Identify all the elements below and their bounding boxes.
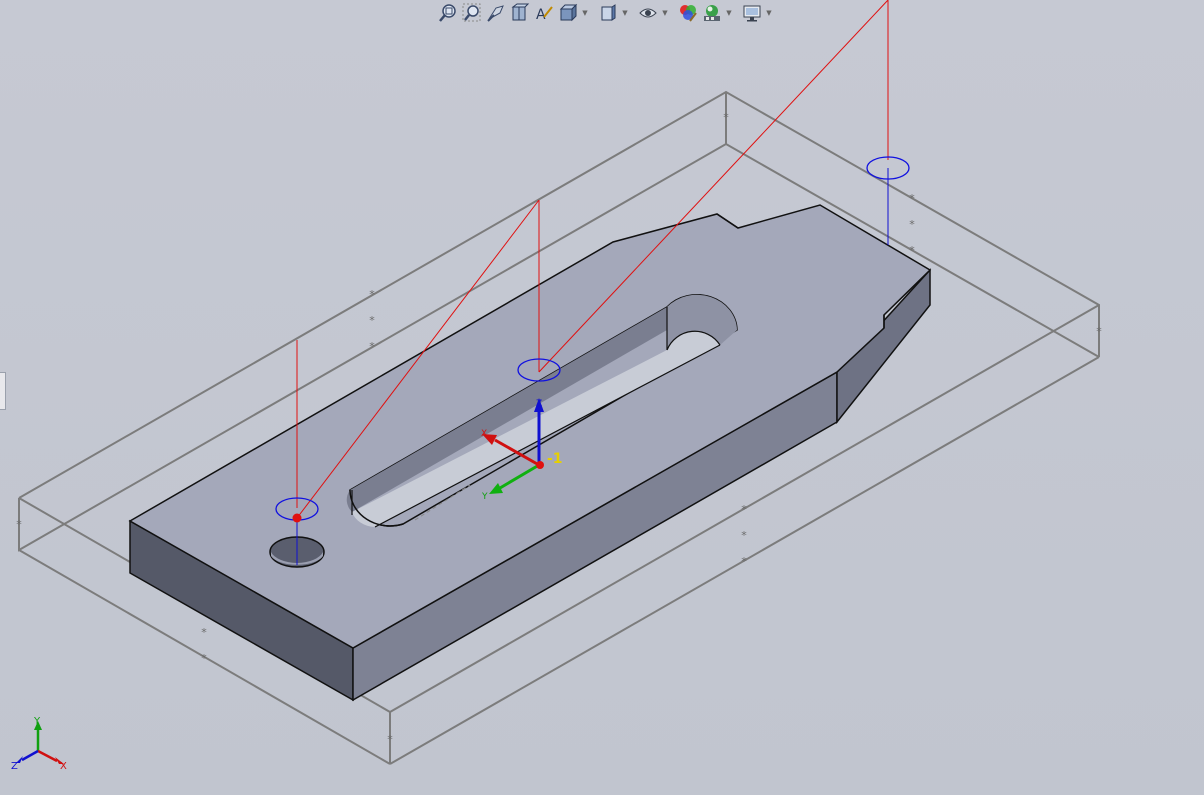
hide-show-items-button[interactable] bbox=[636, 2, 660, 24]
edit-appearance-icon bbox=[680, 5, 697, 22]
mini-triad-y-label: Y bbox=[33, 716, 41, 727]
svg-text:*: * bbox=[16, 518, 22, 531]
svg-text:*: * bbox=[201, 626, 207, 639]
feature-manager-collapse-tab[interactable] bbox=[0, 372, 6, 410]
view-settings-dropdown[interactable]: ▼ bbox=[764, 2, 774, 24]
mini-triad-z-label: Z bbox=[11, 761, 18, 772]
view-orientation-button[interactable] bbox=[556, 2, 580, 24]
zoom-to-fit-icon bbox=[439, 4, 456, 22]
triad-y-label: Y bbox=[481, 492, 488, 502]
view-settings-button[interactable] bbox=[740, 2, 764, 24]
apply-scene-icon bbox=[704, 5, 720, 21]
display-style-dropdown[interactable]: ▼ bbox=[620, 2, 630, 24]
display-style-icon bbox=[601, 4, 616, 21]
view-settings-icon bbox=[743, 5, 761, 22]
hide-show-items-dropdown[interactable]: ▼ bbox=[660, 2, 670, 24]
svg-text:*: * bbox=[387, 733, 393, 746]
zoom-to-area-icon bbox=[462, 3, 481, 22]
svg-text:*: * bbox=[909, 218, 915, 231]
section-view-icon bbox=[511, 3, 530, 21]
svg-text:*: * bbox=[741, 555, 747, 568]
zoom-to-fit-button[interactable] bbox=[436, 2, 460, 24]
svg-text:*: * bbox=[369, 314, 375, 327]
previous-view-button[interactable] bbox=[484, 2, 508, 24]
edit-appearance-button[interactable] bbox=[676, 2, 700, 24]
graphics-area[interactable]: * *** *** * * *** *** * bbox=[0, 0, 1204, 795]
triad-tag: -1 bbox=[547, 451, 563, 467]
view-orientation-dropdown[interactable]: ▼ bbox=[580, 2, 590, 24]
svg-text:*: * bbox=[909, 244, 915, 257]
model-scene[interactable]: * *** *** * * *** *** * bbox=[0, 0, 1204, 795]
view-orientation-icon bbox=[559, 3, 578, 22]
svg-text:*: * bbox=[201, 652, 207, 665]
mini-triad-x-label: X bbox=[60, 761, 67, 772]
hide-show-items-icon bbox=[639, 8, 657, 18]
triad-x-label: X bbox=[481, 429, 487, 439]
svg-text:*: * bbox=[369, 288, 375, 301]
dynamic-annotation-icon: A bbox=[536, 6, 553, 23]
zoom-to-area-button[interactable] bbox=[460, 2, 484, 24]
view-orientation-triad[interactable]: Y X Z bbox=[11, 716, 67, 772]
display-style-button[interactable] bbox=[596, 2, 620, 24]
triad-z-label: Z bbox=[536, 399, 542, 409]
svg-text:*: * bbox=[741, 529, 747, 542]
apply-scene-dropdown[interactable]: ▼ bbox=[724, 2, 734, 24]
svg-text:*: * bbox=[369, 340, 375, 353]
svg-text:*: * bbox=[741, 503, 747, 516]
svg-text:*: * bbox=[909, 192, 915, 205]
dynamic-annotation-button[interactable]: A bbox=[532, 2, 556, 24]
heads-up-view-toolbar: A ▼ ▼ ▼ ▼ ▼ bbox=[436, 1, 774, 25]
svg-text:*: * bbox=[723, 111, 729, 124]
apply-scene-button[interactable] bbox=[700, 2, 724, 24]
previous-view-icon bbox=[487, 5, 504, 22]
svg-text:*: * bbox=[1096, 325, 1102, 338]
section-view-button[interactable] bbox=[508, 2, 532, 24]
